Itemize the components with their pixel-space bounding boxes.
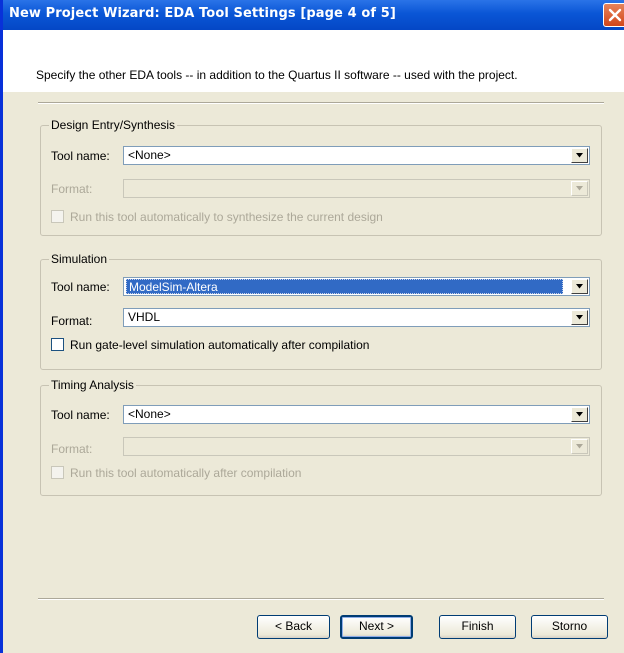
close-button[interactable] <box>603 3 624 27</box>
simulation-format-label: Format: <box>51 314 93 328</box>
checkbox-icon[interactable] <box>51 338 64 351</box>
chevron-down-icon <box>576 153 583 158</box>
simulation-tool-dropdown-button[interactable] <box>571 279 588 294</box>
timing-analysis-title: Timing Analysis <box>49 378 136 392</box>
checkbox-icon <box>51 210 64 223</box>
timing-tool-name-value: <None> <box>128 407 171 421</box>
header-description: Specify the other EDA tools -- in additi… <box>36 68 518 82</box>
chevron-down-icon <box>576 412 583 417</box>
cancel-button[interactable]: Storno <box>531 615 608 639</box>
timing-format-select <box>123 437 590 456</box>
timing-tool-name-label: Tool name: <box>51 408 110 422</box>
timing-auto-run-checkbox: Run this tool automatically after compil… <box>51 466 301 480</box>
design-entry-format-select <box>123 179 590 198</box>
next-button[interactable]: Next > <box>340 615 413 639</box>
simulation-group: Simulation Tool name: ModelSim-Altera Fo… <box>40 252 602 370</box>
close-icon <box>608 8 622 22</box>
simulation-gate-level-label: Run gate-level simulation automatically … <box>70 338 370 352</box>
timing-tool-dropdown-button[interactable] <box>571 407 588 422</box>
timing-format-dropdown-button <box>571 439 588 454</box>
design-entry-tool-name-label: Tool name: <box>51 149 110 163</box>
timing-tool-name-select[interactable]: <None> <box>123 405 590 424</box>
simulation-format-value: VHDL <box>128 310 161 324</box>
simulation-gate-level-checkbox[interactable]: Run gate-level simulation automatically … <box>51 338 369 352</box>
design-entry-tool-dropdown-button[interactable] <box>571 148 588 163</box>
window-title: New Project Wizard: EDA Tool Settings [p… <box>9 6 396 21</box>
simulation-tool-name-value: ModelSim-Altera <box>126 279 563 294</box>
chevron-down-icon <box>576 315 583 320</box>
design-entry-tool-name-value: <None> <box>128 148 171 162</box>
wizard-window: New Project Wizard: EDA Tool Settings [p… <box>0 0 624 653</box>
chevron-down-icon <box>576 444 583 449</box>
chevron-down-icon <box>576 186 583 191</box>
design-entry-format-label: Format: <box>51 182 93 196</box>
simulation-tool-name-select[interactable]: ModelSim-Altera <box>123 277 590 296</box>
title-bar[interactable]: New Project Wizard: EDA Tool Settings [p… <box>3 0 624 30</box>
design-entry-title: Design Entry/Synthesis <box>49 118 178 132</box>
design-entry-auto-run-label: Run this tool automatically to synthesiz… <box>70 210 383 224</box>
footer-divider <box>38 598 604 600</box>
design-entry-tool-name-select[interactable]: <None> <box>123 146 590 165</box>
timing-analysis-group: Timing Analysis Tool name: <None> Format… <box>40 378 602 496</box>
checkbox-icon <box>51 466 64 479</box>
finish-button[interactable]: Finish <box>439 615 516 639</box>
simulation-format-select[interactable]: VHDL <box>123 308 590 327</box>
header-divider <box>38 102 604 104</box>
design-entry-auto-run-checkbox: Run this tool automatically to synthesiz… <box>51 210 383 224</box>
chevron-down-icon <box>576 284 583 289</box>
simulation-format-dropdown-button[interactable] <box>571 310 588 325</box>
timing-format-label: Format: <box>51 442 93 456</box>
design-entry-group: Design Entry/Synthesis Tool name: <None>… <box>40 118 602 236</box>
back-button[interactable]: < Back <box>257 615 330 639</box>
design-entry-format-dropdown-button <box>571 181 588 196</box>
timing-auto-run-label: Run this tool automatically after compil… <box>70 466 302 480</box>
wizard-header: Specify the other EDA tools -- in additi… <box>3 30 624 92</box>
simulation-title: Simulation <box>49 252 110 266</box>
simulation-tool-name-label: Tool name: <box>51 280 110 294</box>
